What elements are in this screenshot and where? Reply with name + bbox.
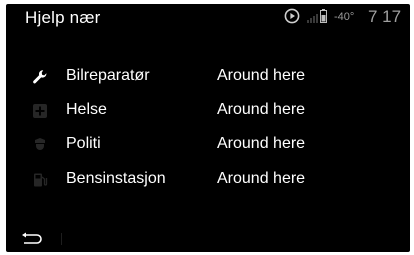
- list-item-distance: Around here: [217, 135, 306, 152]
- list-item-label: Politi: [66, 135, 101, 152]
- list-item-bensinstasjon[interactable]: Bensinstasjon Around here: [6, 165, 410, 195]
- page-title: Hjelp nær: [25, 8, 101, 27]
- signal-strength-icon: [307, 14, 318, 23]
- police-badge-icon: [35, 138, 45, 150]
- list-item-distance: Around here: [217, 170, 306, 187]
- footer-divider: [61, 233, 62, 245]
- help-nearby-screen: Hjelp nær -40° 7 17 Bilreparatør Around …: [6, 4, 410, 252]
- header-bar: Hjelp nær -40° 7 17: [6, 4, 410, 40]
- battery-icon: [320, 9, 327, 23]
- back-arrow-icon[interactable]: [20, 232, 42, 246]
- medical-cross-icon: [33, 104, 47, 118]
- clock: 7 17: [368, 7, 402, 26]
- list-item-label: Bensinstasjon: [66, 170, 166, 187]
- list-item-distance: Around here: [217, 101, 306, 118]
- media-play-icon: [284, 8, 300, 24]
- list-item-politi[interactable]: Politi Around here: [6, 130, 410, 160]
- list-item-label: Helse: [66, 101, 107, 118]
- wrench-icon: [33, 70, 47, 84]
- fuel-pump-icon: [34, 173, 48, 187]
- list-item-bilreparator[interactable]: Bilreparatør Around here: [6, 62, 410, 92]
- list-item-distance: Around here: [217, 67, 306, 84]
- list-item-helse[interactable]: Helse Around here: [6, 96, 410, 126]
- list-item-label: Bilreparatør: [66, 67, 150, 84]
- temperature-readout: -40°: [334, 11, 355, 23]
- footer-bar: [6, 226, 410, 252]
